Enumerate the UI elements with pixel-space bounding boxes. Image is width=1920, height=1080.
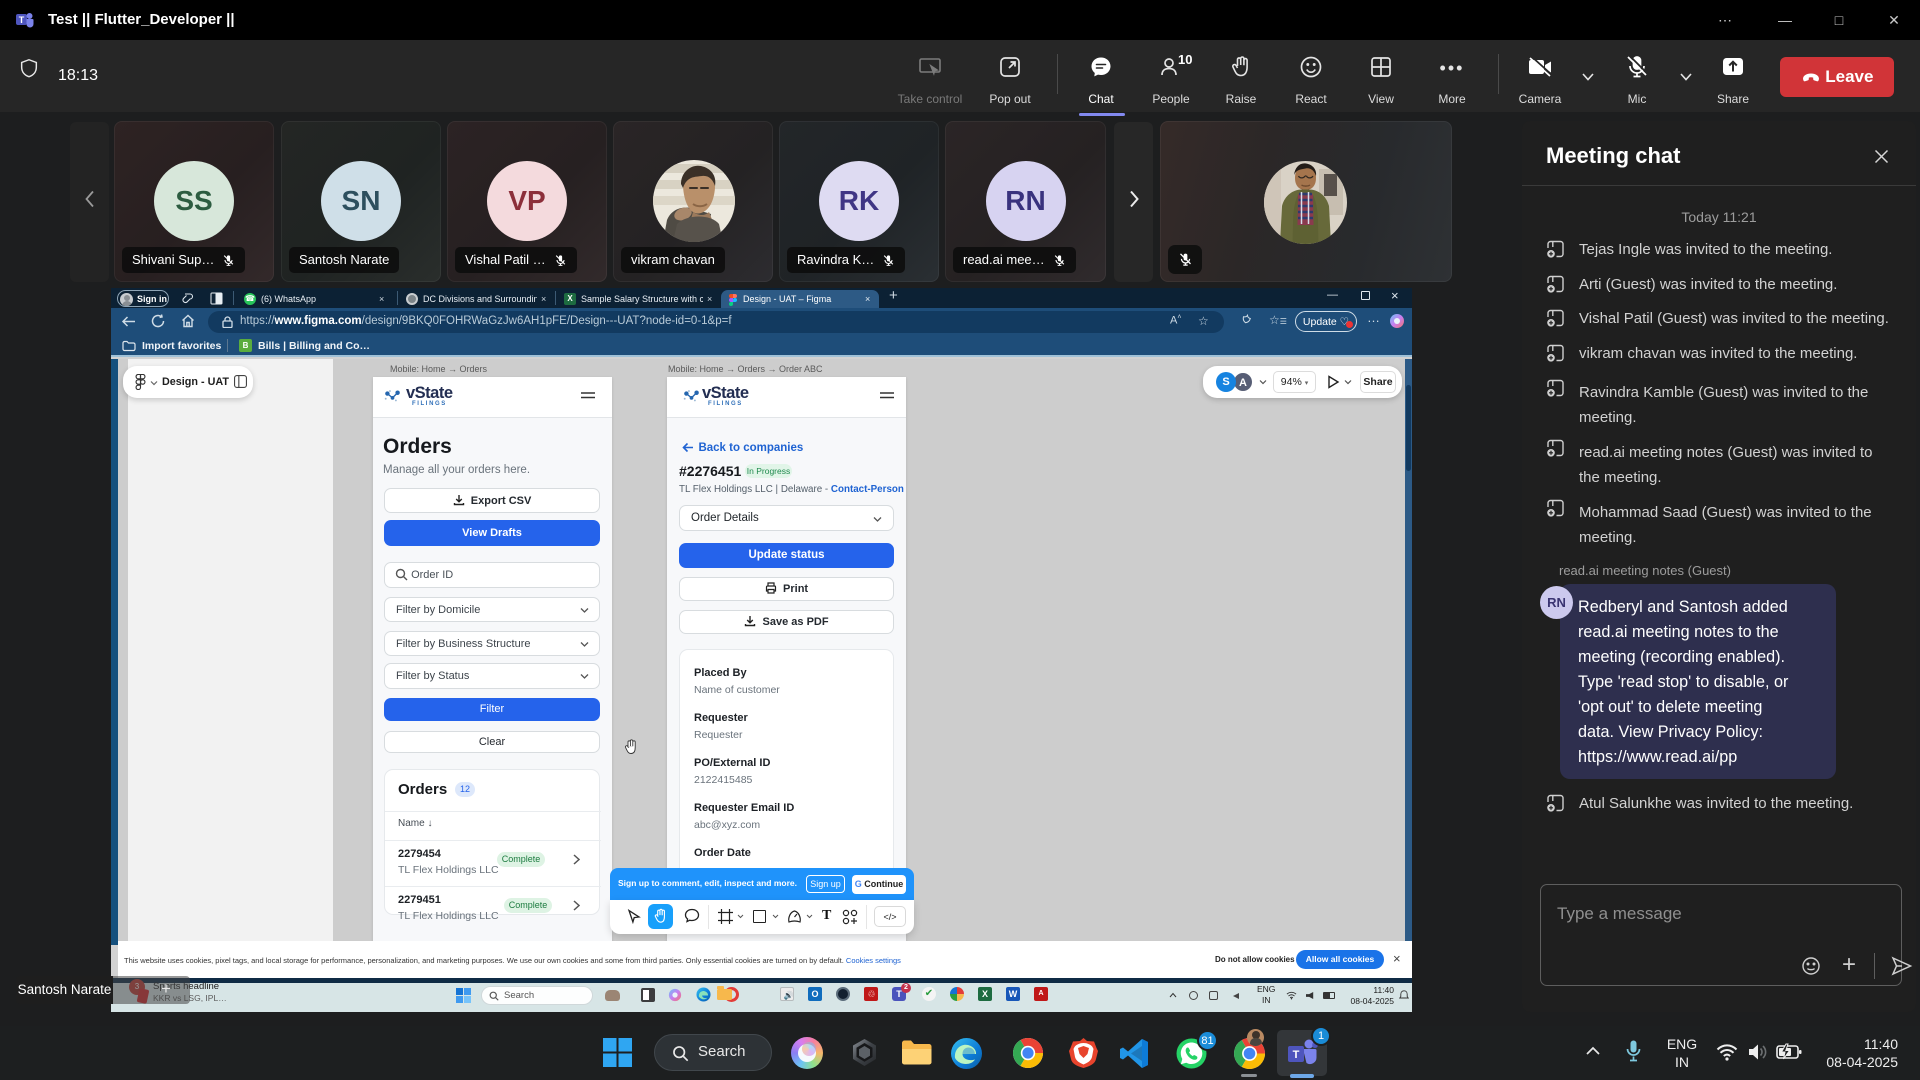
svg-text:T: T xyxy=(1293,1049,1300,1061)
svg-text:T: T xyxy=(19,15,25,25)
